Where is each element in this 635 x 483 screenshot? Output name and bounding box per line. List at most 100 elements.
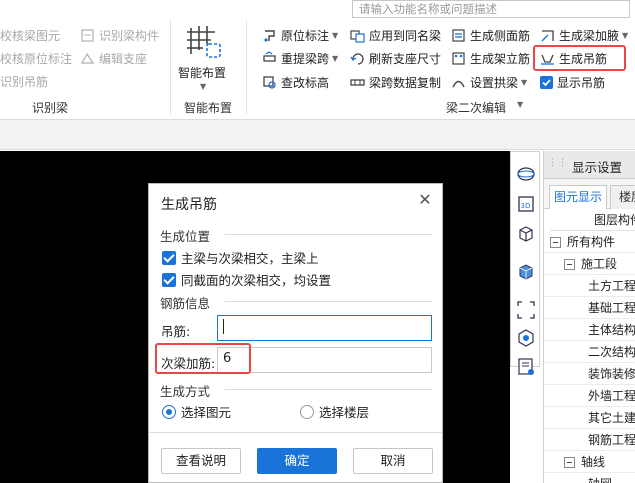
identify-component-label: 识别梁构件: [99, 28, 160, 43]
cube-outline-icon[interactable]: [516, 224, 536, 244]
sphere-view-icon[interactable]: [516, 164, 536, 184]
reextract-span-button[interactable]: 重提梁跨 ▼: [262, 48, 338, 68]
haunch-icon: [540, 28, 555, 43]
option-main-beam-checkbox[interactable]: 主梁与次梁相交，主梁上: [162, 248, 319, 267]
section-position: 生成位置: [160, 229, 211, 244]
tree-item-label: 施工段: [581, 257, 618, 271]
tab-element-display[interactable]: 图元显示: [549, 185, 607, 209]
tree-item[interactable]: 土方工程: [588, 275, 635, 297]
check-beam-button[interactable]: 校核梁图元: [0, 25, 60, 45]
tree-item[interactable]: 二次结构: [588, 341, 635, 363]
tree-item-label: 基础工程: [588, 301, 635, 315]
copy-span-data-button[interactable]: 梁跨数据复制: [350, 72, 441, 92]
search-input[interactable]: 请输入功能名称或问题描述: [352, 0, 630, 18]
apply-same-name-button[interactable]: 应用到同名梁: [350, 25, 441, 45]
tree-item[interactable]: 轴线: [564, 451, 605, 473]
smart-layout-dropdown-icon[interactable]: ▼: [200, 82, 206, 91]
option-main-beam-label: 主梁与次梁相交，主梁上: [181, 251, 319, 266]
cube-solid-icon[interactable]: [516, 262, 536, 282]
generate-erection-rebar-button[interactable]: 生成架立筋: [451, 48, 530, 68]
panel-title: 显示设置: [572, 160, 623, 175]
reextract-icon: [262, 50, 277, 66]
hanger-input[interactable]: [217, 315, 432, 341]
dropdown-icon: ▼: [521, 77, 528, 87]
3d-view-icon[interactable]: 3D: [516, 194, 536, 214]
in-place-annotation-button[interactable]: 原位标注 ▼: [262, 25, 338, 45]
tree-item-label: 主体结构: [588, 323, 635, 337]
check-elevation-button[interactable]: 查改标高: [262, 72, 329, 92]
arch-beam-icon: [451, 75, 466, 90]
help-button[interactable]: 查看说明: [161, 448, 241, 474]
display-settings-panel: ⋮⋮ 显示设置 图元显示 楼层 图层构件 所有构件施工段土方工程基础工程主体结构…: [543, 151, 635, 483]
method-element-label: 选择图元: [181, 405, 232, 420]
separator: [246, 20, 247, 114]
side-rebar-icon: [451, 28, 466, 43]
generate-haunch-button[interactable]: 生成梁加腋 ▼: [540, 25, 628, 45]
tree-item[interactable]: 钢筋工程: [588, 429, 635, 451]
show-hanger-rebar-checkbox[interactable]: 显示吊筋: [540, 72, 605, 92]
option-same-section-label: 同截面的次梁相交，均设置: [181, 273, 332, 288]
hanger-label: 吊筋:: [161, 324, 191, 339]
identify-beam-component-button[interactable]: 识别梁构件: [80, 25, 159, 45]
tree-item[interactable]: 外墙工程: [588, 385, 635, 407]
annotation-label: 原位标注: [281, 28, 330, 43]
tree-item-label: 轴线: [581, 455, 606, 469]
set-arch-beam-button[interactable]: 设置拱梁 ▼: [451, 72, 527, 92]
checkbox-checked-icon: [162, 250, 176, 265]
tree-item-label: 所有构件: [567, 235, 616, 249]
check-beam-label: 校核梁图元: [0, 28, 61, 43]
identify-hanger-button[interactable]: 识别吊筋: [0, 71, 48, 91]
tree-item-label: 钢筋工程: [588, 433, 635, 447]
cancel-button[interactable]: 取消: [353, 448, 433, 474]
elevation-icon: [262, 75, 277, 90]
radio-selected-icon: [162, 404, 176, 419]
dropdown-icon: ▼: [622, 30, 629, 40]
smart-layout-icon[interactable]: [185, 22, 225, 62]
tree-item[interactable]: 施工段: [564, 253, 617, 275]
collapse-toggle-icon[interactable]: [564, 457, 575, 468]
dialog-title: 生成吊筋: [161, 197, 217, 213]
side-rebar-label: 生成侧面筋: [470, 28, 531, 43]
erection-rebar-label: 生成架立筋: [470, 51, 531, 66]
divider: [149, 432, 442, 433]
dropdown-icon: ▼: [332, 30, 339, 40]
tree-column-header: 图层构件: [550, 209, 635, 231]
ok-button[interactable]: 确定: [257, 448, 337, 474]
tab-floor[interactable]: 楼层: [610, 185, 635, 209]
generate-side-rebar-button[interactable]: 生成侧面筋: [451, 25, 530, 45]
checkbox-checked-icon: [162, 272, 176, 287]
tree-item[interactable]: 基础工程: [588, 297, 635, 319]
tree-item[interactable]: 轴网: [588, 473, 612, 483]
tree-item[interactable]: 所有构件: [550, 231, 615, 253]
highlight-frame: [155, 343, 251, 374]
tree-item-label: 装饰装修: [588, 367, 635, 381]
tree-item[interactable]: 其它土建: [588, 407, 635, 429]
refresh-support-button[interactable]: 刷新支座尺寸: [350, 48, 441, 68]
identify-component-icon: [80, 28, 95, 43]
check-annotation-button[interactable]: 校核原位标注: [0, 48, 72, 68]
group-expand-icon[interactable]: ▼: [517, 100, 523, 109]
group-label-smart: 智能布置: [184, 101, 233, 115]
tree-item-label: 二次结构: [588, 345, 635, 359]
check-annotation-label: 校核原位标注: [0, 51, 73, 66]
collapse-toggle-icon[interactable]: [564, 259, 575, 270]
copy-span-icon: [350, 75, 365, 90]
reextract-label: 重提梁跨: [281, 51, 330, 66]
option-same-section-checkbox[interactable]: 同截面的次梁相交，均设置: [162, 270, 331, 289]
method-select-floor-radio[interactable]: 选择楼层: [300, 402, 369, 421]
method-select-element-radio[interactable]: 选择图元: [162, 402, 231, 421]
tree-item[interactable]: 装饰装修: [588, 363, 635, 385]
list-view-icon[interactable]: [516, 357, 536, 377]
select-frame-icon[interactable]: [516, 300, 536, 320]
drag-handle-icon[interactable]: ⋮⋮: [548, 158, 568, 168]
erection-rebar-icon: [451, 51, 466, 66]
tree-item[interactable]: 主体结构: [588, 319, 635, 341]
edit-support-button[interactable]: 编辑支座: [80, 48, 147, 68]
refresh-label: 刷新支座尺寸: [369, 51, 442, 66]
collapse-toggle-icon[interactable]: [550, 237, 561, 248]
smart-layout-button[interactable]: 智能布置: [178, 64, 226, 81]
ribbon: 请输入功能名称或问题描述 校核梁图元 校核原位标注 识别吊筋 识别梁构件 编辑支…: [0, 0, 635, 120]
close-icon[interactable]: ✕: [417, 192, 433, 208]
divider: [225, 234, 432, 235]
component-icon[interactable]: [516, 328, 536, 348]
